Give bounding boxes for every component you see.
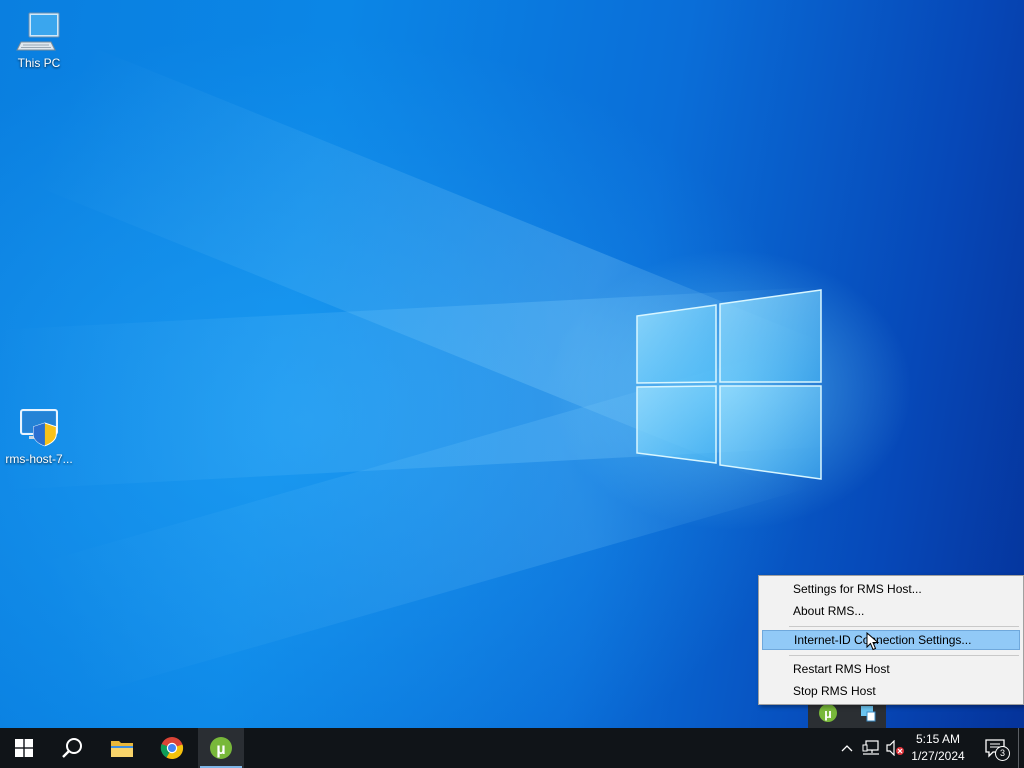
network-tray-button[interactable] [860, 728, 882, 768]
svg-text:µ: µ [216, 741, 225, 758]
windows-start-icon [15, 739, 33, 757]
search-icon [62, 738, 82, 758]
taskbar-clock[interactable]: 5:15 AM 1/27/2024 [904, 728, 972, 768]
taskbar: µ 5:15 AM 1/27/2024 3 [0, 728, 1024, 768]
taskbar-file-explorer[interactable] [98, 728, 146, 768]
svg-text:µ: µ [824, 706, 832, 721]
desktop-icon-label: This PC [17, 56, 61, 70]
menu-item-restart-rms-host[interactable]: Restart RMS Host [762, 659, 1020, 679]
network-icon [862, 740, 879, 755]
utorrent-icon: µ [210, 737, 232, 759]
show-hidden-icons-button[interactable] [838, 728, 856, 768]
menu-item-settings-rms-host[interactable]: Settings for RMS Host... [762, 579, 1020, 599]
notification-count-badge: 3 [995, 746, 1010, 761]
clock-date: 1/27/2024 [911, 749, 965, 763]
menu-item-about-rms[interactable]: About RMS... [762, 601, 1020, 621]
menu-item-internet-id-connection-settings[interactable]: Internet-ID Connection Settings... [762, 630, 1020, 650]
notification-icon: 3 [984, 738, 1010, 761]
desktop-icon-rms-host-installer[interactable]: rms-host-7... [0, 406, 78, 466]
monitor-icon [15, 10, 63, 54]
installer-shield-icon [15, 406, 63, 450]
taskbar-chrome[interactable] [148, 728, 196, 768]
desktop-icon-label: rms-host-7... [5, 452, 73, 466]
windows-wallpaper-logo [636, 289, 822, 480]
clock-time: 5:15 AM [915, 732, 961, 746]
volume-muted-icon [886, 740, 904, 756]
taskbar-utorrent[interactable]: µ [198, 728, 244, 768]
rms-host-icon[interactable] [858, 703, 878, 723]
volume-tray-button[interactable] [884, 728, 906, 768]
utorrent-icon[interactable]: µ [818, 703, 838, 723]
search-button[interactable] [48, 728, 96, 768]
menu-item-stop-rms-host[interactable]: Stop RMS Host [762, 681, 1020, 701]
action-center-button[interactable]: 3 [980, 728, 1010, 768]
show-desktop-divider[interactable] [1018, 728, 1019, 768]
mouse-cursor-icon [866, 632, 880, 651]
chevron-up-icon [841, 745, 853, 752]
folder-icon [111, 741, 133, 757]
desktop-icon-this-pc[interactable]: This PC [0, 10, 78, 70]
chrome-icon [160, 737, 184, 760]
menu-separator [789, 626, 1019, 627]
menu-separator [789, 655, 1019, 656]
start-button[interactable] [0, 728, 48, 768]
rms-host-context-menu: Settings for RMS Host... About RMS... In… [758, 575, 1024, 705]
